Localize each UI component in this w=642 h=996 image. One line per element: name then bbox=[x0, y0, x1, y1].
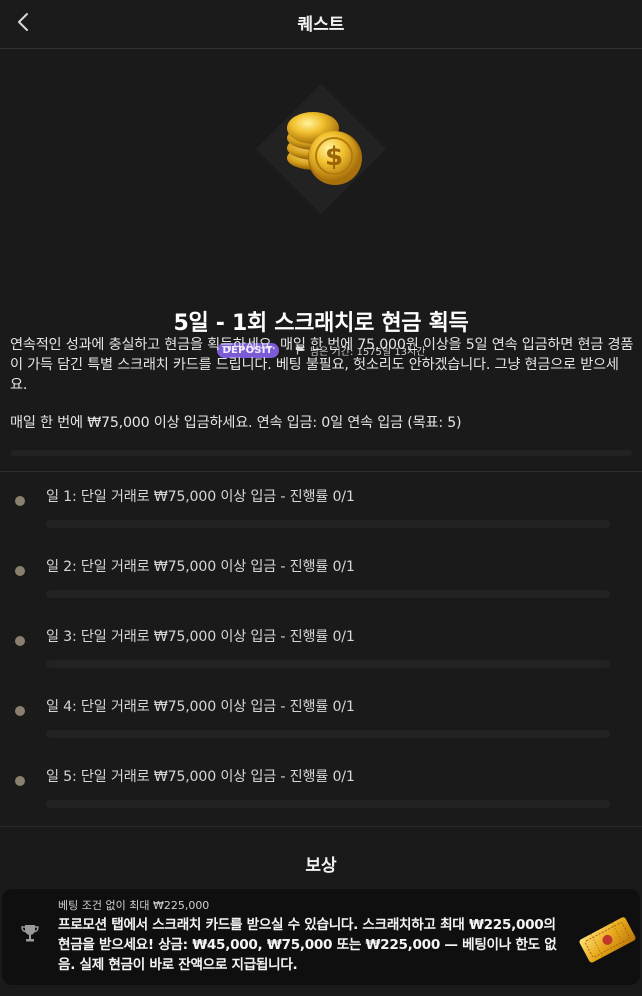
top-bar: 퀘스트 bbox=[0, 0, 642, 49]
step-progress-bar bbox=[46, 730, 610, 738]
gold-coins-icon: $ bbox=[251, 84, 391, 214]
quest-instruction: 매일 한 번에 ₩75,000 이상 입금하세요. 연속 입금: 0일 연속 입… bbox=[10, 415, 462, 431]
step-item: 일 5: 단일 거래로 ₩75,000 이상 입금 - 진행률 0/1 bbox=[0, 766, 642, 826]
step-progress-bar bbox=[46, 660, 610, 668]
step-label: 일 4: 단일 거래로 ₩75,000 이상 입금 - 진행률 0/1 bbox=[46, 699, 355, 715]
reward-description: 프로모션 탭에서 스크래치 카드를 받으실 수 있습니다. 스크래치하고 최대 … bbox=[58, 917, 557, 973]
step-progress-bar bbox=[46, 590, 610, 598]
step-status-dot bbox=[15, 776, 25, 786]
step-status-dot bbox=[15, 636, 25, 646]
reward-card[interactable]: 베팅 조건 없이 최대 ₩225,000 프로모션 탭에서 스크래치 카드를 받… bbox=[2, 889, 640, 985]
quest-title: 5일 - 1회 스크래치로 현금 획득 bbox=[173, 311, 469, 336]
page-title: 퀘스트 bbox=[297, 15, 345, 35]
step-progress-bar bbox=[46, 800, 610, 808]
divider bbox=[0, 826, 642, 827]
divider bbox=[0, 471, 642, 472]
step-label: 일 3: 단일 거래로 ₩75,000 이상 입금 - 진행률 0/1 bbox=[46, 629, 355, 645]
step-status-dot bbox=[15, 566, 25, 576]
step-item: 일 2: 단일 거래로 ₩75,000 이상 입금 - 진행률 0/1 bbox=[0, 556, 642, 616]
step-status-dot bbox=[15, 706, 25, 716]
step-progress-bar bbox=[46, 520, 610, 528]
step-item: 일 4: 단일 거래로 ₩75,000 이상 입금 - 진행률 0/1 bbox=[0, 696, 642, 756]
reward-section-title: 보상 bbox=[305, 856, 337, 876]
quest-description: 연속적인 성과에 충실하고 현금을 획득하세요. 매일 한 번에 75,000원… bbox=[10, 337, 634, 393]
step-label: 일 2: 단일 거래로 ₩75,000 이상 입금 - 진행률 0/1 bbox=[46, 559, 355, 575]
step-item: 일 3: 단일 거래로 ₩75,000 이상 입금 - 진행률 0/1 bbox=[0, 626, 642, 686]
step-status-dot bbox=[15, 496, 25, 506]
step-item: 일 1: 단일 거래로 ₩75,000 이상 입금 - 진행률 0/1 bbox=[0, 486, 642, 546]
golden-ticket-icon bbox=[577, 909, 637, 969]
reward-subtitle: 베팅 조건 없이 최대 ₩225,000 bbox=[58, 899, 210, 912]
step-label: 일 1: 단일 거래로 ₩75,000 이상 입금 - 진행률 0/1 bbox=[46, 489, 355, 505]
streak-progress-bar bbox=[10, 450, 632, 456]
svg-text:$: $ bbox=[325, 142, 343, 172]
quest-hero: $ 5일 - 1회 스크래치로 현금 획득 DEPOSIT • 남은 기간: 1… bbox=[0, 49, 642, 358]
trophy-icon bbox=[19, 922, 41, 944]
step-label: 일 5: 단일 거래로 ₩75,000 이상 입금 - 진행률 0/1 bbox=[46, 769, 355, 785]
